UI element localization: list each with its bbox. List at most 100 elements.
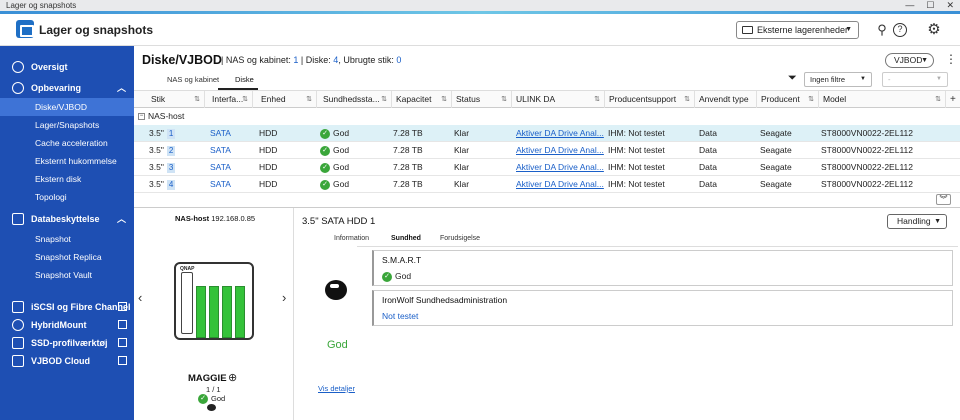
maximize-button[interactable]: ☐: [926, 0, 934, 11]
health-label: God: [333, 162, 350, 172]
handling-button[interactable]: Handling ▼: [887, 214, 947, 229]
drive-bay-2[interactable]: [209, 286, 219, 338]
cell-ulink[interactable]: Aktiver DA Drive Anal...: [516, 142, 604, 159]
col-status[interactable]: Status ⇅: [452, 91, 512, 108]
nas-host-label: NAS-host 192.168.0.85: [175, 214, 255, 223]
sidebar-item-vjbod-cloud[interactable]: VJBOD Cloud: [0, 352, 134, 370]
column-label: Status: [456, 94, 481, 104]
expand-collapse-button[interactable]: ︾: [936, 194, 951, 205]
help-icon[interactable]: ?: [893, 23, 907, 37]
sort-icon: ⇅: [194, 96, 200, 103]
cell-iface: SATA: [210, 179, 231, 189]
filter-icon[interactable]: ⏷: [788, 72, 797, 85]
app-title: Lager og snapshots: [39, 23, 154, 37]
cell-cap: 7.28 TB: [393, 128, 423, 138]
sidebar-item-cache[interactable]: Cache acceleration: [0, 134, 134, 152]
add-column-icon[interactable]: +: [950, 94, 956, 105]
prev-device-arrow[interactable]: ‹: [138, 290, 142, 305]
tab-forudsigelse[interactable]: Forudsigelse: [440, 235, 480, 242]
tab-information[interactable]: Information: [334, 235, 369, 242]
check-icon: ✓: [382, 271, 392, 282]
filter-secondary-select[interactable]: - ▼: [882, 72, 948, 87]
nas-ip: 192.168.0.85: [211, 214, 256, 223]
sidebar-item-label: Opbevaring: [31, 83, 82, 93]
col-ulink-da[interactable]: ULINK DA ⇅: [512, 91, 605, 108]
column-label: Anvendt type: [699, 94, 749, 104]
external-drive-icon: [742, 26, 753, 34]
col-producentsupport[interactable]: Producentsupport ⇅: [605, 91, 695, 108]
sidebar-item-lager-snapshots[interactable]: Lager/Snapshots: [0, 116, 134, 134]
col-producent[interactable]: Producent ⇅: [757, 91, 819, 108]
col-sundhedsstatus[interactable]: Sundhedssta... ⇅: [319, 91, 392, 108]
chevron-down-icon: ▼: [921, 57, 928, 64]
smart-title: S.M.A.R.T: [382, 255, 422, 265]
sidebar-item-diske-vjbod[interactable]: Diske/VJBOD: [0, 98, 134, 116]
sidebar: Oversigt Opbevaring ︿ Diske/VJBOD Lager/S…: [0, 46, 134, 420]
col-enhed[interactable]: Enhed ⇅: [257, 91, 317, 108]
vis-detaljer-link[interactable]: Vis detaljer: [318, 384, 355, 393]
tab-sundhed[interactable]: Sundhed: [391, 235, 421, 242]
next-device-arrow[interactable]: ›: [282, 290, 286, 305]
window-titlebar: Lager og snapshots — ☐ ✕: [0, 0, 960, 11]
sidebar-item-snapshot-replica[interactable]: Snapshot Replica: [0, 248, 134, 266]
group-row-nas-host[interactable]: − NAS-host: [134, 108, 960, 125]
drive-bay-4[interactable]: [235, 286, 245, 338]
tab-nas-og-kabinet[interactable]: NAS og kabinet: [167, 75, 219, 84]
sidebar-item-ssd-profil[interactable]: SSD-profilværktøj: [0, 334, 134, 352]
close-button[interactable]: ✕: [946, 0, 954, 11]
cell-status: Klar: [454, 128, 470, 138]
sidebar-item-iscsi[interactable]: iSCSI og Fibre Channel: [0, 298, 134, 316]
stat-label: , Ubrugte stik:: [338, 55, 394, 65]
cell-ulink[interactable]: Aktiver DA Drive Anal...: [516, 159, 604, 176]
table-row[interactable]: 3.5" 4 SATA HDD ✓ God 7.28 TB Klar Aktiver DA Dr…: [134, 176, 960, 193]
cell-ulink[interactable]: Aktiver DA Drive Anal...: [516, 125, 604, 142]
sidebar-item-topologi[interactable]: Topologi: [0, 188, 134, 206]
gear-icon[interactable]: ⚙: [926, 22, 942, 38]
tab-diske[interactable]: Diske: [235, 75, 254, 84]
filter-select[interactable]: Ingen filtre ▼: [804, 72, 872, 87]
sidebar-item-ekstern-hukommelse[interactable]: Eksternt hukommelse: [0, 152, 134, 170]
cell-model: ST8000VN0022-2EL112: [821, 145, 913, 155]
sidebar-item-snapshot-vault[interactable]: Snapshot Vault: [0, 266, 134, 284]
table-row[interactable]: 3.5" 2 SATA HDD ✓ God 7.28 TB Klar Aktiver DA Dr…: [134, 142, 960, 159]
cell-iface: SATA: [210, 145, 231, 155]
dashboard-icon: [12, 61, 24, 73]
window-title: Lager og snapshots: [6, 1, 77, 10]
cell-model: ST8000VN0022-2EL112: [821, 162, 913, 172]
table-row[interactable]: 3.5" 1 SATA HDD ✓ God 7.28 TB Klar Aktiver DA Dr…: [134, 125, 960, 142]
zoom-icon[interactable]: ⊕: [228, 371, 237, 384]
search-diagnostics-icon[interactable]: ⚲: [874, 22, 890, 38]
external-storage-button[interactable]: Eksterne lagerenheder ▼: [736, 21, 859, 39]
health-label: God: [333, 145, 350, 155]
smart-value-label: God: [395, 271, 412, 281]
col-stik[interactable]: Stik ⇅: [147, 91, 205, 108]
handling-label: Handling: [897, 216, 931, 226]
minimize-button[interactable]: —: [905, 0, 914, 11]
external-link-icon: [118, 320, 127, 329]
nas-device-image[interactable]: QNAP: [174, 262, 254, 340]
sort-icon: ⇅: [935, 96, 941, 103]
vjbod-button[interactable]: VJBOD ▼: [885, 53, 934, 68]
col-anvendt-type[interactable]: Anvendt type: [695, 91, 757, 108]
drive-bay-1[interactable]: [196, 286, 206, 338]
col-interface[interactable]: Interfa... ⇅: [208, 91, 253, 108]
cell-cap: 7.28 TB: [393, 179, 423, 189]
external-link-icon: [118, 356, 127, 365]
sidebar-item-label: HybridMount: [31, 320, 87, 330]
sidebar-item-hybridmount[interactable]: HybridMount: [0, 316, 134, 334]
col-model[interactable]: Model ⇅: [819, 91, 946, 108]
check-icon: ✓: [198, 394, 208, 405]
table-row[interactable]: 3.5" 3 SATA HDD ✓ God 7.28 TB Klar Aktiver DA Dr…: [134, 159, 960, 176]
sidebar-item-databeskyttelse[interactable]: Databeskyttelse ︿: [0, 210, 134, 228]
col-kapacitet[interactable]: Kapacitet ⇅: [392, 91, 452, 108]
cell-ulink[interactable]: Aktiver DA Drive Anal...: [516, 176, 604, 193]
drive-bay-3[interactable]: [222, 286, 232, 338]
cell-status: Klar: [454, 162, 470, 172]
more-icon[interactable]: ⋮: [945, 52, 957, 66]
sidebar-item-snapshot[interactable]: Snapshot: [0, 230, 134, 248]
table-header: Stik ⇅ Interfa... ⇅ Enhed ⇅ Sundhedssta... ⇅…: [134, 90, 960, 108]
sidebar-item-opbevaring[interactable]: Opbevaring ︿: [0, 79, 134, 97]
cell-slot: 3.5" 2: [149, 142, 189, 159]
sidebar-item-ekstern-disk[interactable]: Ekstern disk: [0, 170, 134, 188]
sidebar-item-oversigt[interactable]: Oversigt: [0, 58, 134, 76]
